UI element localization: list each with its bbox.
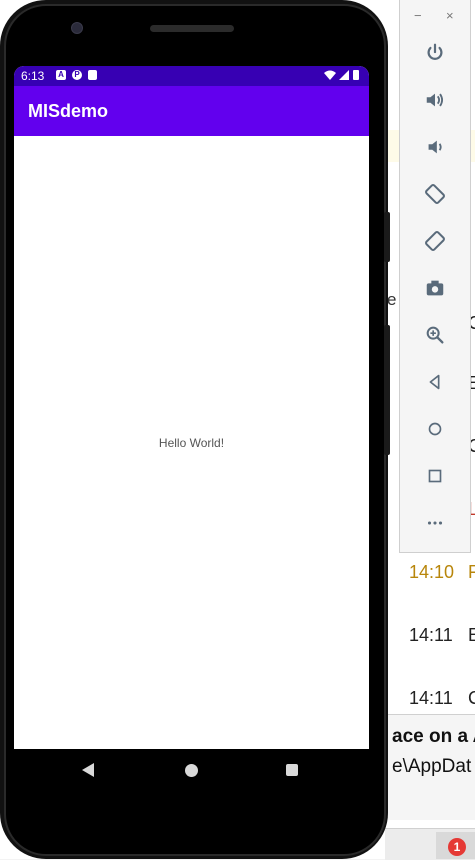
volume-side-button xyxy=(384,212,390,262)
status-right-icons xyxy=(323,69,361,84)
volume-up-icon[interactable] xyxy=(417,84,453,116)
phone-screen[interactable]: 6:13 A P SD MISdemo Hello World! xyxy=(14,66,369,749)
app-title: MISdemo xyxy=(28,101,109,121)
log-row-time: 14:11 xyxy=(409,625,453,645)
front-camera-icon xyxy=(71,22,83,34)
nav-back-icon[interactable] xyxy=(82,763,94,777)
log-row-text: C xyxy=(468,688,475,708)
minimize-button[interactable]: − xyxy=(414,8,422,23)
sd-card-icon: SD xyxy=(88,70,97,80)
notification-badge[interactable]: 1 xyxy=(448,838,466,856)
log-row-time: 14:11 xyxy=(409,688,453,708)
more-icon[interactable] xyxy=(417,507,453,539)
rotate-right-icon[interactable] xyxy=(417,225,453,257)
volume-down-icon[interactable] xyxy=(417,131,453,163)
ide-dialog-title: ace on a A xyxy=(392,726,475,747)
power-icon[interactable] xyxy=(417,37,453,69)
emulator-toolbar: − × xyxy=(399,0,471,553)
android-nav-bar xyxy=(14,749,369,794)
wifi-signal-battery-icon xyxy=(324,70,359,80)
close-button[interactable]: × xyxy=(446,8,454,23)
app-bar: MISdemo xyxy=(14,86,369,136)
log-row-text: E xyxy=(468,625,475,645)
log-row-text: F xyxy=(468,562,475,582)
overview-icon[interactable] xyxy=(417,460,453,492)
status-time: 6:13 xyxy=(21,69,45,83)
nav-home-icon[interactable] xyxy=(185,764,198,777)
notification-p-icon: P xyxy=(72,70,82,80)
back-icon[interactable] xyxy=(417,366,453,398)
home-icon[interactable] xyxy=(417,413,453,445)
hello-text: Hello World! xyxy=(158,436,225,450)
nav-recents-icon[interactable] xyxy=(286,764,298,776)
ide-dialog-path: e\AppDat xyxy=(392,756,472,777)
rotate-left-icon[interactable] xyxy=(417,178,453,210)
android-status-bar: 6:13 A P SD xyxy=(14,66,369,86)
log-row-time: 14:10 xyxy=(409,562,455,582)
notification-a-icon: A xyxy=(56,70,66,80)
power-side-button xyxy=(384,325,390,455)
earpiece-speaker xyxy=(150,25,234,32)
camera-icon[interactable] xyxy=(417,272,453,304)
zoom-icon[interactable] xyxy=(417,319,453,351)
ide-clipped-text: e xyxy=(387,290,397,309)
